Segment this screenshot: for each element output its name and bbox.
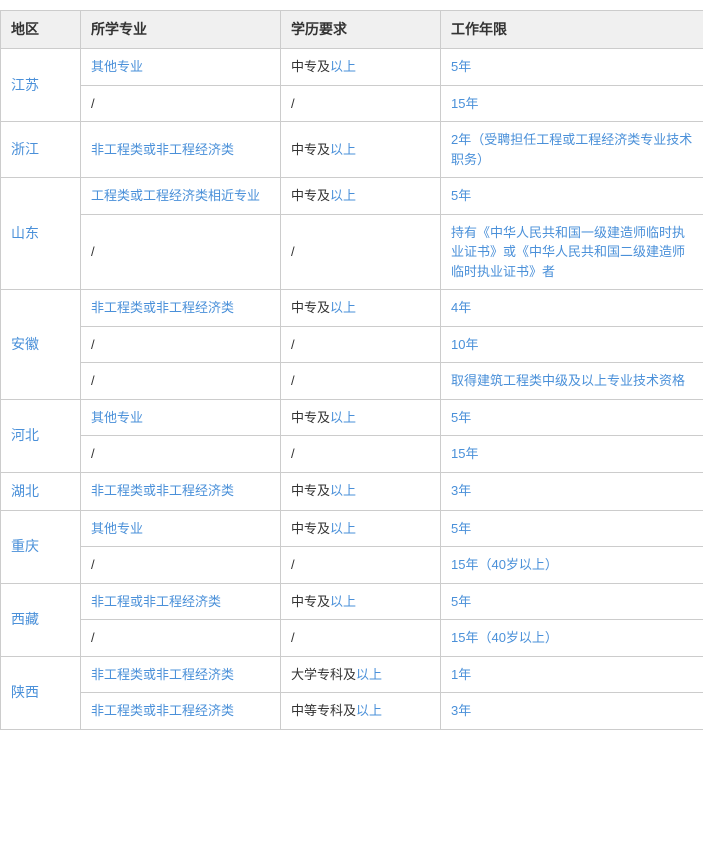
major-cell: 非工程类或非工程经济类 bbox=[81, 656, 281, 693]
header-region: 地区 bbox=[1, 11, 81, 49]
work-cell: 15年 bbox=[441, 85, 703, 122]
major-cell: 工程类或工程经济类相近专业 bbox=[81, 178, 281, 215]
edu-cell: / bbox=[281, 363, 441, 400]
edu-cell: / bbox=[281, 547, 441, 584]
table-row: 安徽非工程类或非工程经济类中专及以上4年 bbox=[1, 290, 703, 327]
work-cell: 5年 bbox=[441, 49, 703, 86]
data-table: 地区 所学专业 学历要求 工作年限 江苏其他专业中专及以上5年//15年浙江非工… bbox=[0, 10, 703, 730]
major-cell: / bbox=[81, 436, 281, 473]
table-row: 陕西非工程类或非工程经济类大学专科及以上1年 bbox=[1, 656, 703, 693]
region-cell: 湖北 bbox=[1, 472, 81, 510]
table-row: 江苏其他专业中专及以上5年 bbox=[1, 49, 703, 86]
work-cell: 3年 bbox=[441, 693, 703, 730]
major-cell: 非工程类或非工程经济类 bbox=[81, 122, 281, 178]
table-row: 西藏非工程或非工程经济类中专及以上5年 bbox=[1, 583, 703, 620]
work-cell: 10年 bbox=[441, 326, 703, 363]
table-row: 非工程类或非工程经济类中等专科及以上3年 bbox=[1, 693, 703, 730]
work-cell: 持有《中华人民共和国一级建造师临时执业证书》或《中华人民共和国二级建造师临时执业… bbox=[441, 214, 703, 290]
edu-cell: / bbox=[281, 214, 441, 290]
edu-cell: 中专及以上 bbox=[281, 49, 441, 86]
region-cell: 陕西 bbox=[1, 656, 81, 729]
edu-cell: 中专及以上 bbox=[281, 510, 441, 547]
header-edu: 学历要求 bbox=[281, 11, 441, 49]
work-cell: 5年 bbox=[441, 510, 703, 547]
work-cell: 1年 bbox=[441, 656, 703, 693]
major-cell: 非工程或非工程经济类 bbox=[81, 583, 281, 620]
edu-cell: 中专及以上 bbox=[281, 122, 441, 178]
table-row: 湖北非工程类或非工程经济类中专及以上3年 bbox=[1, 472, 703, 510]
header-row: 地区 所学专业 学历要求 工作年限 bbox=[1, 11, 703, 49]
region-cell: 西藏 bbox=[1, 583, 81, 656]
region-cell: 河北 bbox=[1, 399, 81, 472]
table-row: 重庆其他专业中专及以上5年 bbox=[1, 510, 703, 547]
major-cell: / bbox=[81, 363, 281, 400]
main-container: 地区 所学专业 学历要求 工作年限 江苏其他专业中专及以上5年//15年浙江非工… bbox=[0, 0, 703, 740]
table-row: //15年 bbox=[1, 436, 703, 473]
region-cell: 安徽 bbox=[1, 290, 81, 400]
major-cell: / bbox=[81, 326, 281, 363]
table-row: 山东工程类或工程经济类相近专业中专及以上5年 bbox=[1, 178, 703, 215]
table-row: //持有《中华人民共和国一级建造师临时执业证书》或《中华人民共和国二级建造师临时… bbox=[1, 214, 703, 290]
work-cell: 2年（受聘担任工程或工程经济类专业技术职务） bbox=[441, 122, 703, 178]
table-row: //15年（40岁以上） bbox=[1, 547, 703, 584]
work-cell: 15年（40岁以上） bbox=[441, 620, 703, 657]
work-cell: 5年 bbox=[441, 178, 703, 215]
major-cell: 其他专业 bbox=[81, 510, 281, 547]
region-cell: 重庆 bbox=[1, 510, 81, 583]
table-row: //取得建筑工程类中级及以上专业技术资格 bbox=[1, 363, 703, 400]
header-major: 所学专业 bbox=[81, 11, 281, 49]
region-cell: 山东 bbox=[1, 178, 81, 290]
work-cell: 5年 bbox=[441, 399, 703, 436]
table-row: 河北其他专业中专及以上5年 bbox=[1, 399, 703, 436]
table-row: //10年 bbox=[1, 326, 703, 363]
work-cell: 4年 bbox=[441, 290, 703, 327]
table-row: 浙江非工程类或非工程经济类中专及以上2年（受聘担任工程或工程经济类专业技术职务） bbox=[1, 122, 703, 178]
edu-cell: / bbox=[281, 85, 441, 122]
table-row: //15年 bbox=[1, 85, 703, 122]
major-cell: 非工程类或非工程经济类 bbox=[81, 472, 281, 510]
edu-cell: 中专及以上 bbox=[281, 583, 441, 620]
edu-cell: 中专及以上 bbox=[281, 290, 441, 327]
edu-cell: / bbox=[281, 620, 441, 657]
edu-cell: / bbox=[281, 326, 441, 363]
major-cell: / bbox=[81, 85, 281, 122]
major-cell: / bbox=[81, 620, 281, 657]
region-cell: 江苏 bbox=[1, 49, 81, 122]
work-cell: 5年 bbox=[441, 583, 703, 620]
major-cell: 非工程类或非工程经济类 bbox=[81, 290, 281, 327]
edu-cell: / bbox=[281, 436, 441, 473]
work-cell: 取得建筑工程类中级及以上专业技术资格 bbox=[441, 363, 703, 400]
work-cell: 15年 bbox=[441, 436, 703, 473]
region-cell: 浙江 bbox=[1, 122, 81, 178]
major-cell: 其他专业 bbox=[81, 399, 281, 436]
major-cell: 其他专业 bbox=[81, 49, 281, 86]
major-cell: / bbox=[81, 547, 281, 584]
edu-cell: 中专及以上 bbox=[281, 399, 441, 436]
edu-cell: 中专及以上 bbox=[281, 472, 441, 510]
work-cell: 3年 bbox=[441, 472, 703, 510]
edu-cell: 中等专科及以上 bbox=[281, 693, 441, 730]
major-cell: / bbox=[81, 214, 281, 290]
header-work: 工作年限 bbox=[441, 11, 703, 49]
table-row: //15年（40岁以上） bbox=[1, 620, 703, 657]
edu-cell: 大学专科及以上 bbox=[281, 656, 441, 693]
work-cell: 15年（40岁以上） bbox=[441, 547, 703, 584]
edu-cell: 中专及以上 bbox=[281, 178, 441, 215]
major-cell: 非工程类或非工程经济类 bbox=[81, 693, 281, 730]
